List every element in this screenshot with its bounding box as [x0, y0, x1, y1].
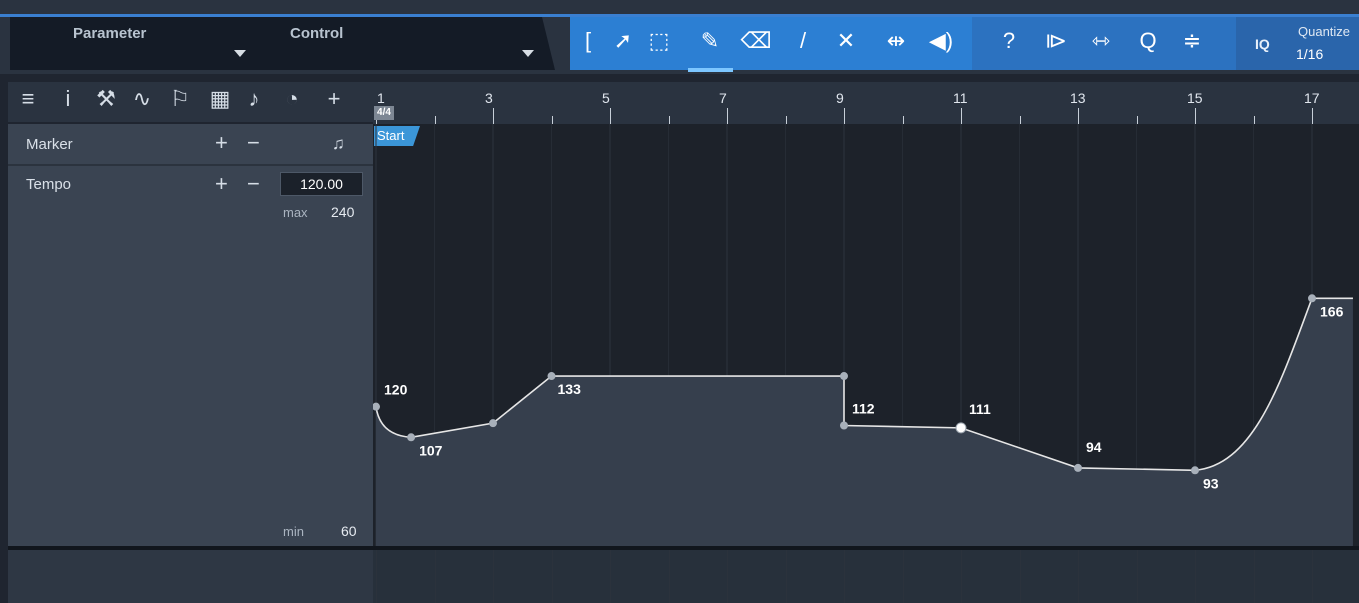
bottom-grid-line: [785, 550, 787, 603]
bottom-grid-line: [493, 550, 494, 603]
bottom-grid-line: [610, 550, 611, 603]
tempo-point-label: 94: [1086, 439, 1102, 455]
tempo-point-label: 133: [558, 381, 582, 397]
pencil-tool-icon[interactable]: ✎: [694, 25, 726, 57]
marker-remove-button[interactable]: −: [247, 130, 260, 156]
selected-tool-indicator: [688, 68, 733, 72]
tempo-max-value[interactable]: 240: [331, 204, 354, 220]
tempo-point: [1308, 294, 1316, 303]
tempo-point: [1074, 463, 1082, 472]
bottom-grid-line: [1253, 550, 1255, 603]
follow-grid-icon[interactable]: ≑: [1176, 25, 1208, 57]
tempo-point: [955, 422, 967, 434]
paint-tool-icon[interactable]: /: [787, 25, 819, 57]
bottom-grid-line: [844, 550, 845, 603]
quantize-value[interactable]: 1/16: [1296, 46, 1323, 62]
tempo-fill-area: [376, 298, 1353, 548]
info-icon[interactable]: i: [54, 86, 82, 112]
bottom-grid-line: [551, 550, 553, 603]
tempo-remove-button[interactable]: −: [247, 171, 260, 197]
quantize-label: Quantize: [1298, 24, 1351, 39]
add-track-icon[interactable]: +: [320, 86, 348, 112]
control-dropdown-caret-icon[interactable]: [522, 50, 534, 57]
tempo-point-label: 111: [969, 401, 991, 417]
bottom-grid-line: [1136, 550, 1138, 603]
tempo-point: [1191, 466, 1199, 475]
chord-icon[interactable]: ▦: [206, 86, 234, 112]
snap-to-event-icon[interactable]: ⧐: [1040, 25, 1072, 57]
arrow-tool-icon[interactable]: ➚: [607, 25, 639, 57]
bottom-grid-line: [376, 550, 377, 603]
tempo-point: [407, 433, 416, 442]
range-select-tool-icon[interactable]: ⬚: [643, 25, 675, 57]
flag-icon[interactable]: ⚐: [166, 86, 194, 112]
iq-button[interactable]: IQ: [1255, 36, 1270, 52]
bottom-grid-line: [1312, 550, 1313, 603]
bottom-lane[interactable]: [373, 550, 1359, 603]
parameter-label: Parameter: [73, 25, 147, 42]
tempo-value-field[interactable]: 120.00: [280, 172, 363, 196]
bottom-grid-line: [1078, 550, 1079, 603]
marker-add-button[interactable]: +: [215, 130, 228, 156]
wrench-icon[interactable]: ⚒: [92, 86, 120, 112]
automation-icon[interactable]: ∿: [128, 86, 156, 112]
tempo-point: [489, 419, 497, 428]
quantize-icon[interactable]: Q: [1132, 25, 1164, 57]
tempo-add-button[interactable]: +: [215, 171, 228, 197]
bottom-grid-line: [902, 550, 904, 603]
bottom-grid-line: [961, 550, 962, 603]
arranger-icon[interactable]: ♪: [240, 86, 268, 112]
marker-note-icon[interactable]: ♫: [332, 134, 345, 154]
bottom-grid-line: [434, 550, 436, 603]
tempo-point-label: 93: [1203, 475, 1219, 491]
split-tool-icon[interactable]: ⇹: [880, 25, 912, 57]
tempo-point-label: 166: [1320, 303, 1344, 319]
track-divider: [8, 164, 373, 166]
help-icon[interactable]: ?: [993, 25, 1025, 57]
listen-tool-icon[interactable]: ◀): [925, 25, 957, 57]
eraser-tool-icon[interactable]: ⌫: [740, 25, 772, 57]
tempo-point: [547, 372, 556, 381]
tempo-max-label: max: [283, 205, 308, 220]
tempo-point-label: 112: [852, 401, 875, 417]
tempo-point: [840, 372, 848, 381]
list-icon[interactable]: ≡: [14, 86, 42, 112]
tempo-point: [840, 421, 848, 430]
bottom-grid-line: [668, 550, 670, 603]
marker-track-label: Marker: [26, 136, 73, 153]
tempo-point-label: 120: [384, 382, 408, 398]
tempo-track-label: Tempo: [26, 176, 72, 193]
range-bracket-icon[interactable]: [: [572, 25, 604, 57]
tempo-point: [373, 402, 380, 411]
tempo-point-label: 107: [419, 442, 443, 458]
parameter-dropdown-caret-icon[interactable]: [234, 50, 246, 57]
tempo-graph-svg[interactable]: 120 107 133 112 111 94 93 166: [373, 82, 1359, 603]
tempo-icon[interactable]: ◔: [278, 86, 306, 112]
tempo-min-value[interactable]: 60: [341, 523, 357, 539]
mute-tool-icon[interactable]: ✕: [830, 25, 862, 57]
control-label: Control: [290, 25, 344, 42]
bottom-grid-line: [1195, 550, 1196, 603]
bottom-grid-line: [1019, 550, 1021, 603]
timestretch-icon[interactable]: ⇿: [1085, 25, 1117, 57]
bottom-grid-line: [727, 550, 728, 603]
tempo-min-label: min: [283, 524, 304, 539]
